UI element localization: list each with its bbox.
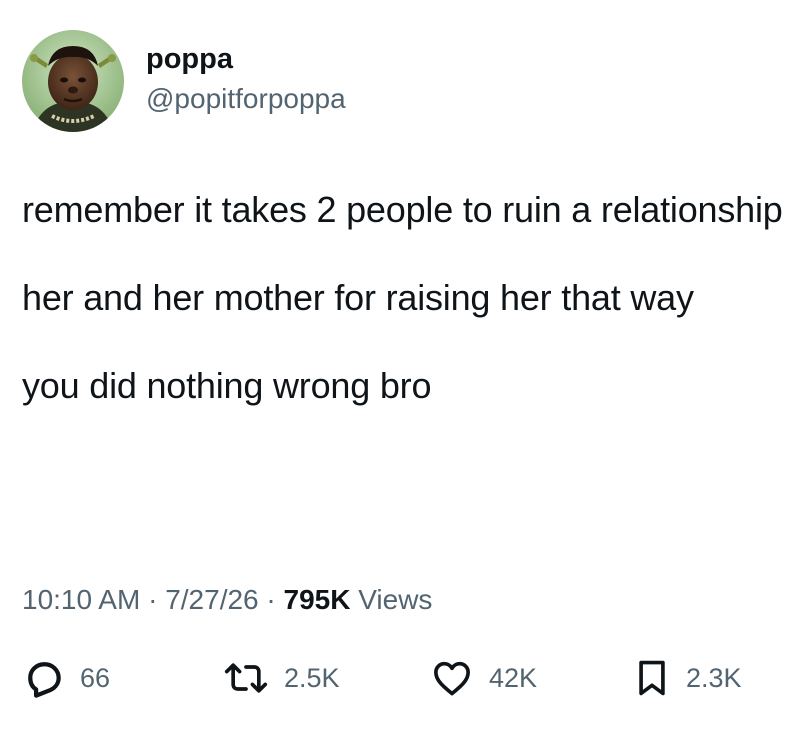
like-button[interactable]: 42K xyxy=(429,650,537,706)
display-name[interactable]: poppa xyxy=(146,41,346,77)
tweet-paragraph: remember it takes 2 people to ruin a rel… xyxy=(22,189,783,230)
bookmark-button[interactable]: 2.3K xyxy=(632,650,742,706)
avatar[interactable] xyxy=(22,30,124,132)
repost-button[interactable]: 2.5K xyxy=(222,650,340,706)
tweet-header: poppa @popitforpoppa xyxy=(22,26,346,136)
tweet-date[interactable]: 7/27/26 xyxy=(165,584,258,615)
reply-button[interactable]: 66 xyxy=(22,650,110,706)
like-count: 42K xyxy=(489,662,538,693)
tweet-time[interactable]: 10:10 AM xyxy=(22,584,140,615)
reply-count: 66 xyxy=(80,662,111,693)
views-count: 795K xyxy=(283,584,351,615)
heart-icon xyxy=(429,656,475,700)
avatar-image xyxy=(22,30,124,132)
user-names: poppa @popitforpoppa xyxy=(146,41,346,117)
bookmark-icon xyxy=(632,656,672,700)
separator-dot: · xyxy=(266,584,276,615)
tweet-paragraph: you did nothing wrong bro xyxy=(22,365,432,406)
action-bar: 66 2.5K 42K 2.3K xyxy=(22,650,782,710)
bookmark-count: 2.3K xyxy=(686,662,742,693)
repost-count: 2.5K xyxy=(284,662,340,693)
tweet-metadata: 10:10 AM · 7/27/26 · 795K Views xyxy=(22,580,432,620)
tweet-card: poppa @popitforpoppa remember it takes 2… xyxy=(0,0,800,740)
views-label: Views xyxy=(358,584,433,615)
user-handle[interactable]: @popitforpoppa xyxy=(146,81,346,117)
retweet-arrows-icon xyxy=(222,656,270,700)
separator-dot: · xyxy=(148,584,158,615)
comment-bubble-icon xyxy=(22,656,66,700)
tweet-paragraph: her and her mother for raising her that … xyxy=(22,277,694,318)
tweet-text: remember it takes 2 people to ruin a rel… xyxy=(22,188,792,408)
